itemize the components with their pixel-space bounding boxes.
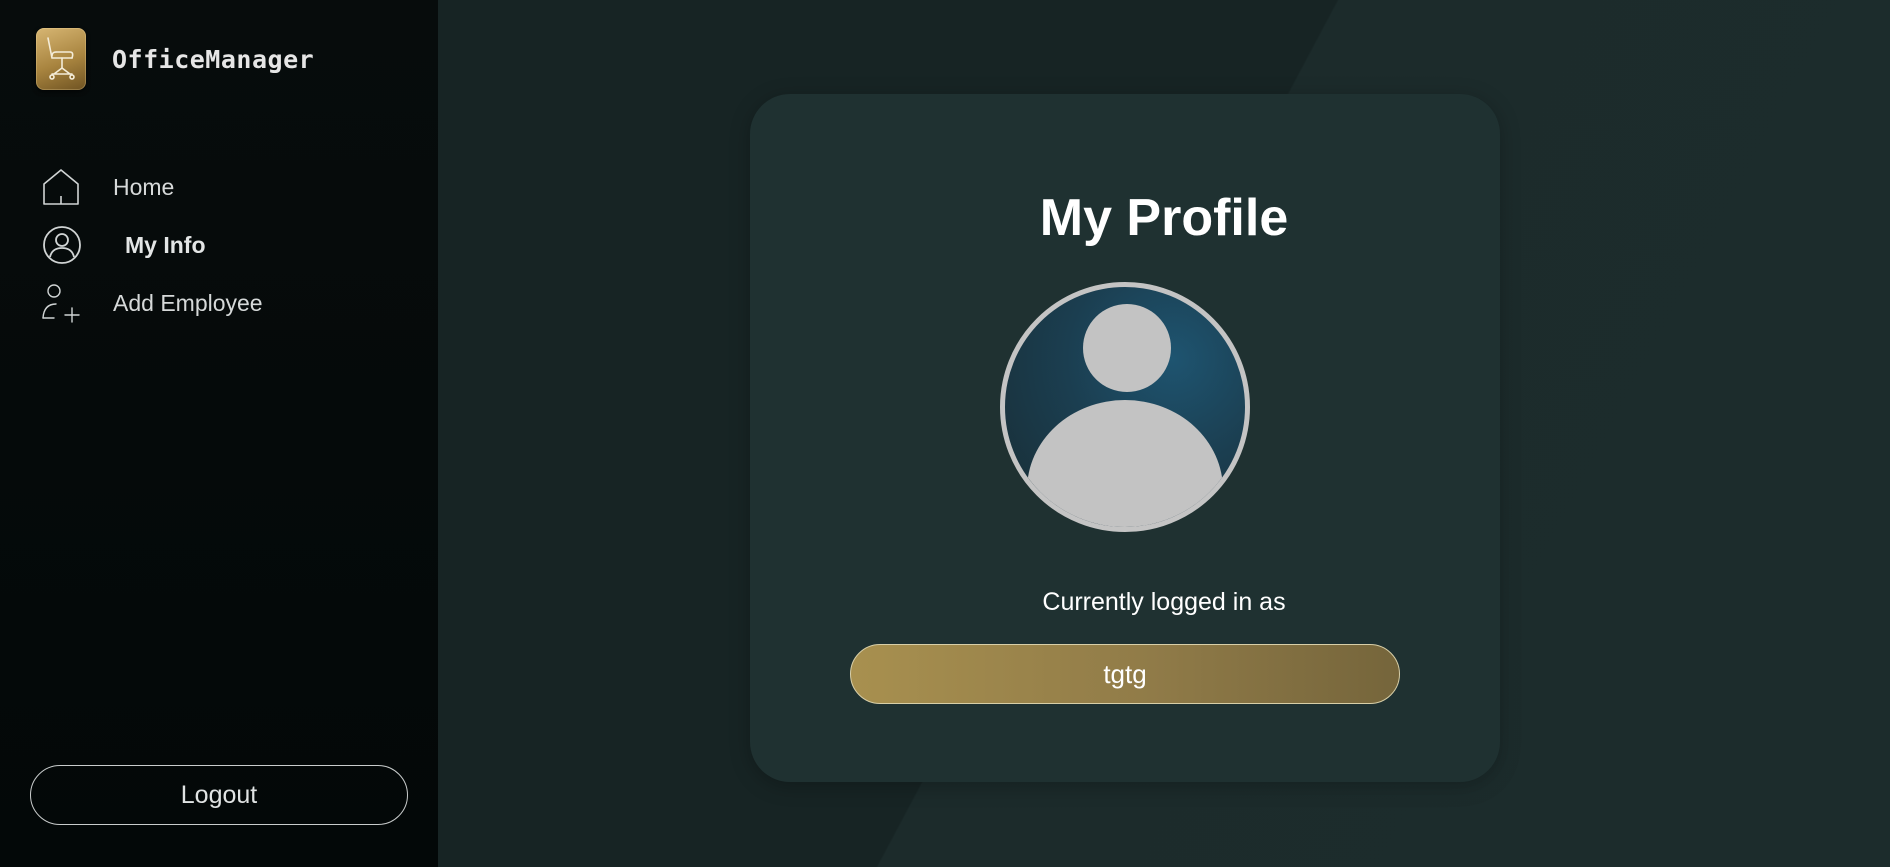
brand[interactable]: OfficeManager	[36, 28, 314, 90]
brand-name: OfficeManager	[112, 44, 315, 74]
avatar-body	[1027, 400, 1223, 527]
username-badge: tgtg	[850, 644, 1400, 704]
main-content: My Profile Currently logged in as tgtg	[438, 0, 1890, 867]
home-icon	[40, 166, 82, 208]
user-plus-icon	[40, 282, 82, 324]
app: OfficeManager Home My Info Add Employee …	[0, 0, 1890, 867]
sidebar-item-label: Home	[113, 173, 175, 200]
sidebar-item-my-info[interactable]: My Info	[0, 216, 438, 274]
default-avatar-icon	[1000, 282, 1250, 532]
sidebar-item-label: My Info	[125, 231, 206, 258]
logout-button[interactable]: Logout	[30, 765, 408, 825]
office-chair-icon	[36, 28, 86, 90]
sidebar-item-home[interactable]: Home	[0, 158, 438, 216]
page-title: My Profile	[1039, 189, 1289, 247]
sidebar-item-label: Add Employee	[113, 289, 263, 316]
logged-in-label: Currently logged in as	[1042, 588, 1286, 616]
user-circle-icon	[40, 224, 82, 266]
avatar-head	[1083, 304, 1171, 392]
sidebar-item-add-employee[interactable]: Add Employee	[0, 274, 438, 332]
sidebar: OfficeManager Home My Info Add Employee …	[0, 0, 438, 867]
sidebar-nav: Home My Info Add Employee	[0, 158, 438, 332]
